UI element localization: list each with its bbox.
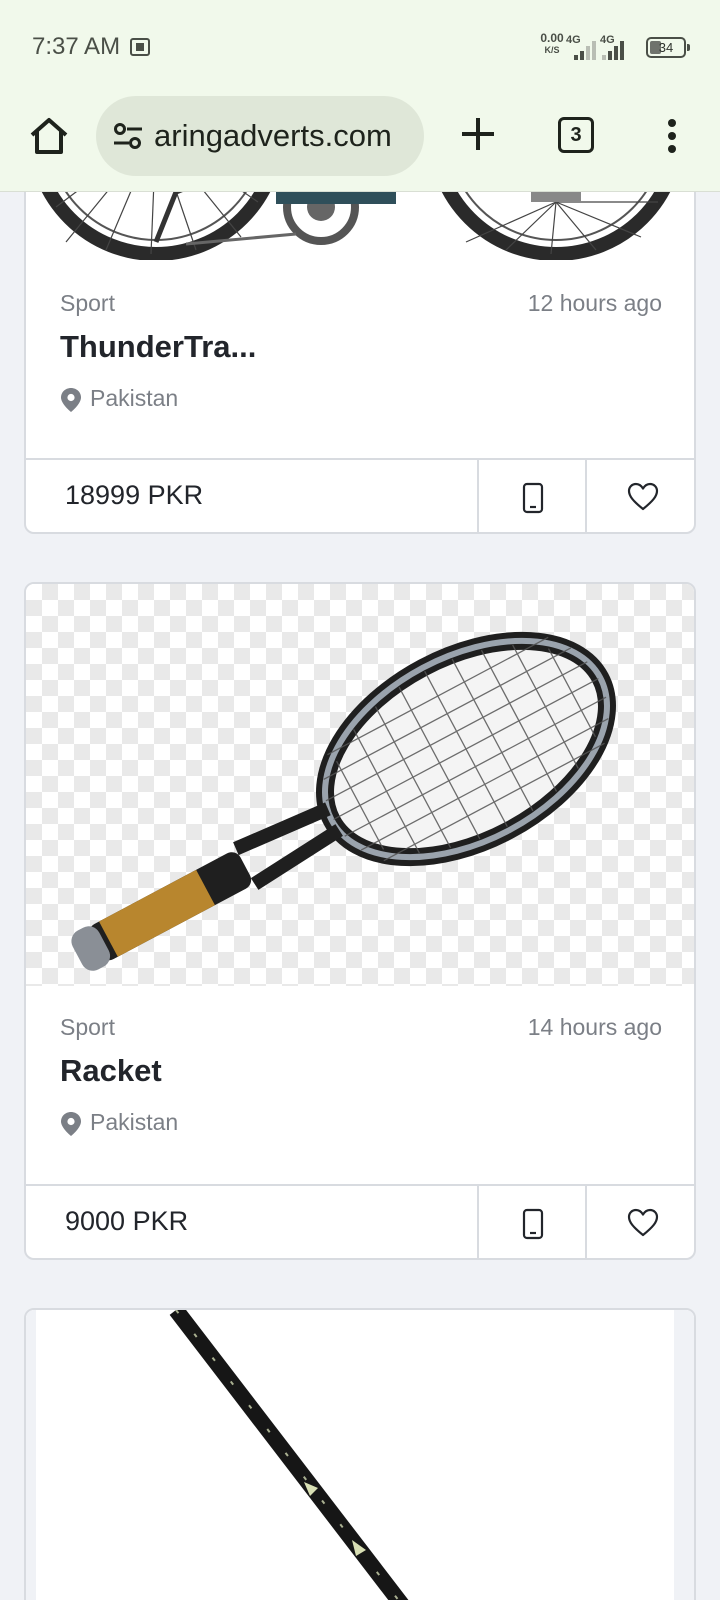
signal-sim2-icon: 4G: [600, 34, 636, 60]
listing-location-text: Pakistan: [90, 385, 179, 411]
call-button[interactable]: [477, 1186, 585, 1258]
more-vert-icon[interactable]: [660, 116, 684, 156]
listing-category: Sport: [60, 1014, 115, 1040]
battery-level: 34: [658, 40, 674, 55]
phone-icon: [522, 482, 544, 514]
listing-posted-time: 14 hours ago: [527, 1014, 662, 1040]
plus-icon[interactable]: [456, 112, 500, 156]
listing-posted-time: 12 hours ago: [527, 290, 662, 316]
address-bar[interactable]: aringadverts.com: [96, 96, 424, 176]
location-pin-icon: [61, 388, 81, 412]
listing-footer: 9000 PKR: [26, 1184, 694, 1258]
browser-toolbar: aringadverts.com 3: [0, 92, 720, 192]
listing-card[interactable]: Sport 14 hours ago Racket Pakistan 9000 …: [24, 582, 696, 1260]
url-text[interactable]: aringadverts.com: [154, 118, 416, 154]
notification-app-icon: [130, 38, 150, 56]
listing-price: 9000 PKR: [65, 1206, 189, 1236]
listing-image[interactable]: [26, 584, 694, 986]
tune-icon[interactable]: [112, 120, 144, 152]
network-speed: 0.00 K/S: [536, 32, 568, 56]
listing-footer: 18999 PKR: [26, 458, 694, 532]
listing-price: 18999 PKR: [65, 480, 204, 510]
network-speed-value: 0.00: [540, 31, 564, 45]
home-icon[interactable]: [26, 113, 72, 159]
tab-count: 3: [570, 124, 582, 146]
listing-image[interactable]: [26, 1310, 694, 1600]
browser-chrome: 7:37 AM 0.00 K/S 4G 4G 34 aringadverts.c…: [0, 0, 720, 192]
status-time: 7:37 AM: [32, 33, 121, 60]
listing-title[interactable]: Racket: [60, 1053, 162, 1089]
tabs-icon[interactable]: 3: [558, 117, 594, 153]
call-button[interactable]: [477, 460, 585, 532]
listing-location-text: Pakistan: [90, 1109, 179, 1135]
battery-icon: 34: [646, 37, 690, 58]
listing-title[interactable]: ThunderTra...: [60, 329, 256, 365]
status-bar: 7:37 AM 0.00 K/S 4G 4G 34: [0, 0, 720, 92]
heart-icon: [627, 482, 659, 511]
network-speed-unit: K/S: [544, 45, 560, 55]
signal-sim1-icon: 4G: [566, 34, 602, 60]
favorite-button[interactable]: [585, 460, 694, 532]
favorite-button[interactable]: [585, 1186, 694, 1258]
listing-category: Sport: [60, 290, 115, 316]
heart-icon: [627, 1208, 659, 1237]
listing-card[interactable]: [24, 1308, 696, 1600]
phone-icon: [522, 1208, 544, 1240]
sim1-network-type: 4G: [566, 34, 581, 46]
sim2-network-type: 4G: [600, 34, 615, 46]
location-pin-icon: [61, 1112, 81, 1136]
